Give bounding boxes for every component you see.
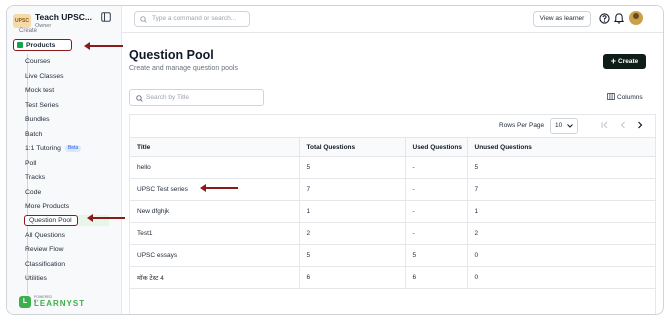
data-table: Title Total Questions Used Questions Unu… <box>130 138 655 289</box>
annotation-arrow-question-pool <box>87 214 125 222</box>
create-button[interactable]: + Create <box>603 54 646 69</box>
sidebar-item-courses[interactable]: Courses <box>25 56 50 67</box>
table-row[interactable]: UPSC Test series 7 - 7 <box>130 178 655 201</box>
cell-used: - <box>405 156 468 179</box>
sidebar-item-create[interactable]: Create <box>19 28 37 34</box>
page-title: Question Pool <box>129 48 214 62</box>
help-icon[interactable] <box>599 13 610 24</box>
cell-unused: 2 <box>467 222 655 245</box>
cell-used: 6 <box>405 266 468 289</box>
chevron-down-icon <box>567 124 573 128</box>
cell-used: - <box>405 200 468 223</box>
sidebar-item-mock-test[interactable]: Mock test <box>25 85 54 96</box>
view-as-learner-button[interactable]: View as learner <box>533 11 591 27</box>
cell-unused: 1 <box>467 200 655 223</box>
sidebar-item-tracks[interactable]: Tracks <box>25 172 45 183</box>
search-input[interactable] <box>146 92 256 103</box>
sidebar-collapse-icon[interactable] <box>101 12 111 22</box>
sidebar-item-tutoring[interactable]: 1:1 Tutoring Beta <box>25 143 82 154</box>
table-row[interactable]: UPSC essays 5 5 0 <box>130 244 655 267</box>
annotation-arrow-upsc-test-series <box>200 184 238 192</box>
column-header-unused-questions[interactable]: Unused Questions <box>467 138 655 157</box>
app-window: UPSC Teach UPSC... Owner Create Products… <box>6 5 664 315</box>
pagination-bar: Rows Per Page 10 <box>130 115 655 138</box>
column-header-title[interactable]: Title <box>130 138 300 157</box>
learnyst-wordmark: LEARNYST <box>34 299 86 308</box>
question-pool-table: Rows Per Page 10 Title Total Questions U… <box>129 114 656 314</box>
cell-used: - <box>405 178 468 201</box>
top-bar: Type a command or search... View as lear… <box>122 6 663 33</box>
sidebar-item-code[interactable]: Code <box>25 187 41 198</box>
cell-title[interactable]: UPSC essays <box>130 244 300 267</box>
rows-per-page-label: Rows Per Page <box>499 122 545 129</box>
sidebar-item-question-pool[interactable]: Question Pool <box>24 215 78 226</box>
column-header-total-questions[interactable]: Total Questions <box>299 138 406 157</box>
bell-icon[interactable] <box>614 13 624 24</box>
products-icon <box>17 41 23 48</box>
column-header-used-questions[interactable]: Used Questions <box>405 138 468 157</box>
cell-unused: 0 <box>467 266 655 289</box>
cell-total: 7 <box>299 178 406 201</box>
cell-title[interactable]: New dfghjk <box>130 200 300 223</box>
beta-badge: Beta <box>64 145 82 152</box>
columns-label: Columns <box>617 94 643 101</box>
search-by-title <box>129 89 264 106</box>
learnyst-mark-icon: L <box>19 296 31 308</box>
cell-title[interactable]: मॉक टेस्ट 4 <box>130 266 300 289</box>
annotation-arrow-products <box>84 42 123 50</box>
brand-logo: UPSC <box>13 14 31 28</box>
next-page-icon[interactable] <box>636 121 644 129</box>
sidebar-item-live-classes[interactable]: Live Classes <box>25 71 64 82</box>
sidebar-item-utilities[interactable]: Utilities <box>25 273 47 284</box>
first-page-icon[interactable] <box>601 121 609 129</box>
table-row[interactable]: New dfghjk 1 - 1 <box>130 200 655 223</box>
cell-total: 6 <box>299 266 406 289</box>
table-row[interactable]: मॉक टेस्ट 4 6 6 0 <box>130 266 655 289</box>
columns-icon <box>607 93 615 100</box>
command-search-input[interactable]: Type a command or search... <box>134 11 250 27</box>
cell-title[interactable]: hello <box>130 156 300 179</box>
previous-page-icon[interactable] <box>619 121 627 129</box>
cell-used: - <box>405 222 468 245</box>
sidebar-item-review-flow[interactable]: Review Flow <box>25 244 64 255</box>
brand-name: Teach UPSC... <box>35 12 92 22</box>
cell-total: 5 <box>299 156 406 179</box>
command-placeholder: Type a command or search... <box>152 15 237 22</box>
sidebar-item-classification[interactable]: Classification <box>25 259 65 270</box>
sidebar: UPSC Teach UPSC... Owner Create Products… <box>7 6 122 314</box>
sidebar-item-batch[interactable]: Batch <box>25 129 42 140</box>
cell-unused: 7 <box>467 178 655 201</box>
table-row[interactable]: Test1 2 - 2 <box>130 222 655 245</box>
table-header-row: Title Total Questions Used Questions Unu… <box>130 138 655 157</box>
cell-unused: 5 <box>467 156 655 179</box>
rows-per-page-value: 10 <box>555 122 563 129</box>
main-content: Question Pool Create and manage question… <box>122 33 663 314</box>
sidebar-item-test-series[interactable]: Test Series <box>25 100 59 111</box>
sidebar-item-more-products[interactable]: More Products <box>25 201 69 212</box>
cell-title[interactable]: Test1 <box>130 222 300 245</box>
cell-title[interactable]: UPSC Test series <box>130 178 300 201</box>
sidebar-item-label: Products <box>26 42 56 49</box>
user-avatar[interactable] <box>629 11 643 25</box>
rows-per-page-select[interactable]: 10 <box>550 118 578 134</box>
cell-total: 1 <box>299 200 406 223</box>
sidebar-item-all-questions[interactable]: All Questions <box>25 230 65 241</box>
create-label: Create <box>618 58 639 65</box>
search-icon <box>140 16 147 23</box>
columns-button[interactable]: Columns <box>607 93 643 101</box>
cell-used: 5 <box>405 244 468 267</box>
sidebar-item-label: 1:1 Tutoring <box>25 145 61 152</box>
cell-unused: 0 <box>467 244 655 267</box>
table-row[interactable]: hello 5 - 5 <box>130 156 655 179</box>
brand-role: Owner <box>35 23 52 29</box>
sidebar-item-bundles[interactable]: Bundles <box>25 114 50 125</box>
plus-icon: + <box>610 56 617 66</box>
cell-total: 5 <box>299 244 406 267</box>
sidebar-item-poll[interactable]: Poll <box>25 158 36 169</box>
cell-total: 2 <box>299 222 406 245</box>
sidebar-item-products[interactable]: Products <box>13 39 72 51</box>
search-icon <box>136 95 143 102</box>
page-subtitle: Create and manage question pools <box>129 65 238 72</box>
